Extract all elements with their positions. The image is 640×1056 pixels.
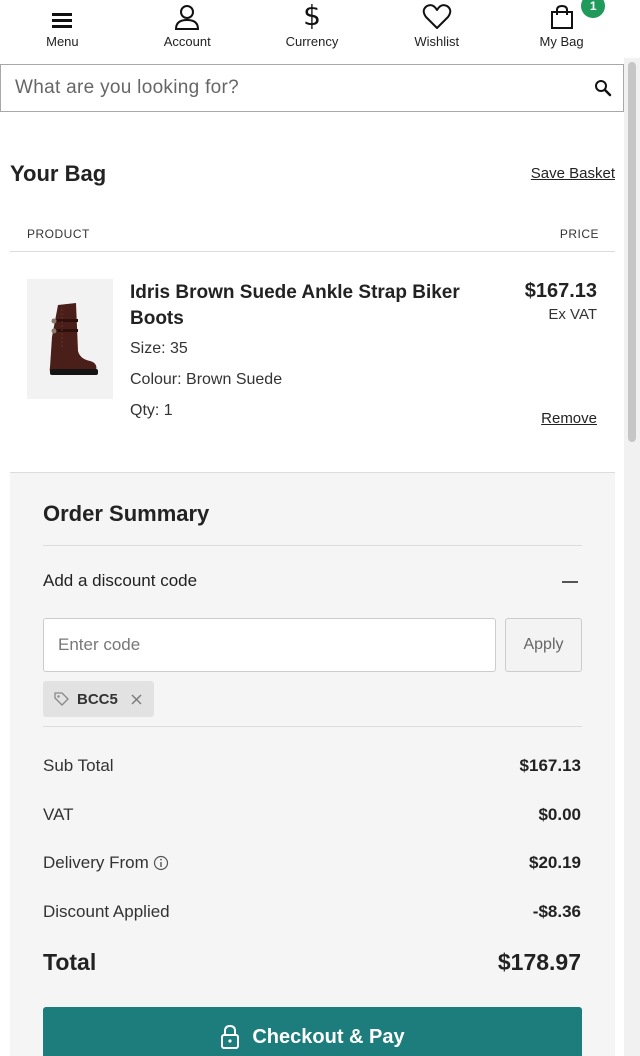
nav-currency[interactable]: $ Currency (250, 0, 375, 58)
product-image[interactable] (27, 279, 113, 399)
hamburger-menu-icon (42, 0, 82, 30)
column-header-product: PRODUCT (27, 227, 90, 241)
total-label: Total (43, 949, 97, 975)
order-summary-title: Order Summary (43, 501, 210, 526)
total-value: $178.97 (497, 949, 581, 975)
nav-wishlist[interactable]: Wishlist (374, 0, 499, 58)
nav-bag-label: My Bag (539, 34, 584, 49)
boot-image (49, 303, 98, 375)
product-name[interactable]: Idris Brown Suede Ankle Strap Biker Boot… (130, 280, 480, 332)
subtotal-label: Sub Total (43, 756, 114, 775)
nav-my-bag[interactable]: My Bag 1 (499, 0, 624, 58)
search-input[interactable] (1, 65, 583, 111)
discount-applied-value: -$8.36 (532, 902, 581, 921)
vat-label: VAT (43, 805, 74, 824)
nav-account[interactable]: Account (125, 0, 250, 58)
applied-code-text: BCC5 (77, 690, 118, 708)
tag-icon (54, 692, 69, 706)
heart-icon (417, 0, 457, 30)
lock-icon (221, 1025, 240, 1049)
nav-currency-label: Currency (285, 34, 339, 49)
save-basket-link[interactable]: Save Basket (531, 165, 615, 182)
remove-item-link[interactable]: Remove (541, 410, 597, 427)
nav-account-label: Account (163, 34, 211, 49)
collapse-minus-icon[interactable] (562, 581, 578, 583)
discount-applied-label: Discount Applied (43, 902, 170, 921)
page-title: Your Bag (10, 161, 107, 186)
nav-menu[interactable]: Menu (0, 0, 125, 58)
remove-code-icon[interactable] (130, 692, 144, 706)
summary-divider (43, 726, 582, 727)
bag-count-badge: 1 (581, 0, 606, 18)
nav-wishlist-label: Wishlist (414, 34, 460, 49)
top-nav: Menu Account $ Currency Wishlist My Bag … (0, 0, 624, 58)
account-icon (167, 0, 207, 30)
page-scrollbar[interactable] (624, 58, 640, 1056)
info-icon[interactable] (153, 855, 169, 871)
checkout-pay-label: Checkout & Pay (252, 1025, 405, 1048)
product-vat-note: Ex VAT (548, 306, 597, 323)
header-divider (10, 251, 615, 252)
delivery-value: $20.19 (529, 853, 581, 872)
delivery-row-label: Delivery From (43, 853, 169, 873)
summary-divider (43, 545, 582, 546)
vat-value: $0.00 (538, 805, 581, 824)
order-summary: Order Summary Add a discount code Apply … (10, 472, 615, 1056)
checkout-pay-button[interactable]: Checkout & Pay (43, 1007, 582, 1056)
scrollbar-thumb[interactable] (628, 62, 636, 442)
discount-code-label[interactable]: Add a discount code (43, 571, 197, 591)
search-button[interactable] (583, 68, 623, 108)
delivery-label: Delivery From (43, 853, 149, 872)
product-size: Size: 35 (130, 340, 188, 357)
column-header-price: PRICE (559, 227, 599, 241)
product-price: $167.13 (524, 280, 597, 302)
product-colour: Colour: Brown Suede (130, 371, 283, 388)
search-icon (595, 80, 612, 97)
apply-code-button[interactable]: Apply (505, 618, 582, 672)
product-qty: Qty: 1 (130, 402, 173, 419)
applied-code-chip: BCC5 (43, 681, 154, 717)
shopping-bag-icon (542, 0, 582, 30)
subtotal-value: $167.13 (519, 756, 581, 775)
search-bar (0, 64, 624, 112)
dollar-icon: $ (303, 0, 321, 32)
nav-menu-label: Menu (46, 34, 79, 49)
discount-code-input[interactable] (43, 618, 496, 672)
